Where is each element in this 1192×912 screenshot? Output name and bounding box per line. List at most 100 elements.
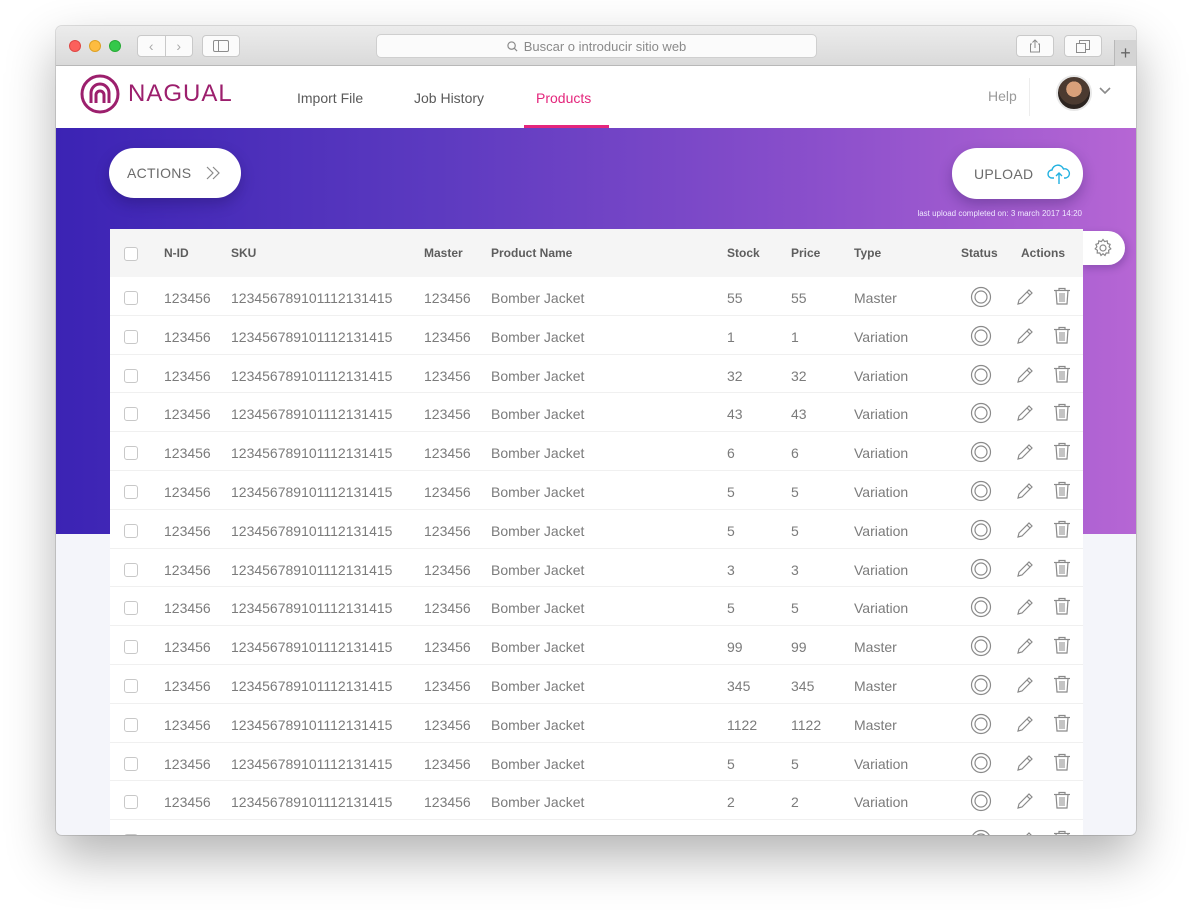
col-sku[interactable]: SKU [231, 246, 256, 260]
table-row[interactable]: 123456 123456789101112131415 123456 Bomber … [110, 743, 1083, 782]
row-checkbox[interactable] [124, 562, 138, 577]
select-all-checkbox[interactable] [124, 247, 138, 261]
row-checkbox[interactable] [124, 329, 138, 344]
trash-icon[interactable] [1052, 325, 1072, 350]
pencil-icon[interactable] [1015, 365, 1035, 390]
zoom-window-button[interactable] [109, 40, 121, 52]
trash-icon[interactable] [1052, 519, 1072, 544]
circle-status-icon[interactable] [970, 286, 992, 313]
pencil-icon[interactable] [1015, 597, 1035, 622]
circle-status-icon[interactable] [970, 713, 992, 740]
trash-icon[interactable] [1052, 790, 1072, 815]
upload-button[interactable]: UPLOAD [952, 148, 1083, 199]
trash-icon[interactable] [1052, 286, 1072, 311]
row-checkbox[interactable] [124, 640, 138, 655]
tabs-overview-button[interactable] [1064, 35, 1102, 57]
row-checkbox[interactable] [124, 407, 138, 422]
circle-status-icon[interactable] [970, 829, 992, 835]
circle-status-icon[interactable] [970, 402, 992, 429]
pencil-icon[interactable] [1015, 520, 1035, 545]
circle-status-icon[interactable] [970, 519, 992, 546]
circle-status-icon[interactable] [970, 674, 992, 701]
pencil-icon[interactable] [1015, 442, 1035, 467]
pencil-icon[interactable] [1015, 403, 1035, 428]
back-icon[interactable]: ‹ [138, 36, 165, 56]
pencil-icon[interactable] [1015, 287, 1035, 312]
pencil-icon[interactable] [1015, 636, 1035, 661]
trash-icon[interactable] [1052, 364, 1072, 389]
trash-icon[interactable] [1052, 829, 1072, 835]
trash-icon[interactable] [1052, 713, 1072, 738]
table-row[interactable]: 123456 123456789101112131415 123456 Bomber … [110, 471, 1083, 510]
circle-status-icon[interactable] [970, 480, 992, 507]
trash-icon[interactable] [1052, 402, 1072, 427]
new-tab-button[interactable]: + [1114, 40, 1136, 66]
row-checkbox[interactable] [124, 717, 138, 732]
table-row[interactable]: 123456 123456789101112131415 123456 Bomber … [110, 510, 1083, 549]
table-row[interactable]: 123456 123456789101112131415 123456 Bomber … [110, 781, 1083, 821]
table-row[interactable]: 123456 123456789101112131415 123456 Bomber … [110, 626, 1083, 665]
col-price[interactable]: Price [791, 246, 820, 260]
col-product-name[interactable]: Product Name [491, 246, 572, 260]
table-row[interactable]: 123456 123456789101112131415 123456 Bomber … [110, 277, 1083, 316]
trash-icon[interactable] [1052, 596, 1072, 621]
row-checkbox[interactable] [124, 601, 138, 616]
close-window-button[interactable] [69, 40, 81, 52]
circle-status-icon[interactable] [970, 364, 992, 391]
circle-status-icon[interactable] [970, 752, 992, 779]
nav-job-history[interactable]: Job History [414, 90, 484, 106]
trash-icon[interactable] [1052, 674, 1072, 699]
row-checkbox[interactable] [124, 834, 138, 835]
trash-icon[interactable] [1052, 752, 1072, 777]
nav-products[interactable]: Products [536, 90, 591, 106]
table-row[interactable]: 123456 123456789101112131415 123456 Bomber … [110, 432, 1083, 471]
actions-button[interactable]: ACTIONS [109, 148, 241, 198]
share-button[interactable] [1016, 35, 1054, 57]
circle-status-icon[interactable] [970, 635, 992, 662]
pencil-icon[interactable] [1015, 714, 1035, 739]
nav-import-file[interactable]: Import File [297, 90, 363, 106]
circle-status-icon[interactable] [970, 441, 992, 468]
pencil-icon[interactable] [1015, 675, 1035, 700]
row-checkbox[interactable] [124, 756, 138, 771]
col-stock[interactable]: Stock [727, 246, 760, 260]
pencil-icon[interactable] [1015, 481, 1035, 506]
row-checkbox[interactable] [124, 368, 138, 383]
table-row[interactable]: 123456 123456789101112131415 123456 Bomber … [110, 704, 1083, 743]
col-type[interactable]: Type [854, 246, 881, 260]
user-avatar[interactable] [1056, 75, 1092, 111]
table-row[interactable]: 123456 123456789101112131415 123456 Bomber … [110, 665, 1083, 704]
trash-icon[interactable] [1052, 441, 1072, 466]
chevron-down-icon[interactable] [1098, 86, 1112, 96]
trash-icon[interactable] [1052, 480, 1072, 505]
col-master[interactable]: Master [424, 246, 463, 260]
trash-icon[interactable] [1052, 558, 1072, 583]
address-bar[interactable]: Buscar o introducir sitio web [376, 34, 817, 58]
table-row[interactable]: 123456 123456789101112131415 123456 Bomber … [110, 549, 1083, 588]
table-row[interactable] [110, 820, 1083, 835]
row-checkbox[interactable] [124, 446, 138, 461]
circle-status-icon[interactable] [970, 790, 992, 817]
pencil-icon[interactable] [1015, 559, 1035, 584]
table-row[interactable]: 123456 123456789101112131415 123456 Bomber … [110, 355, 1083, 394]
table-row[interactable]: 123456 123456789101112131415 123456 Bomber … [110, 393, 1083, 433]
forward-icon[interactable]: › [164, 36, 193, 56]
pencil-icon[interactable] [1015, 326, 1035, 351]
row-checkbox[interactable] [124, 678, 138, 693]
row-checkbox[interactable] [124, 523, 138, 538]
pencil-icon[interactable] [1015, 830, 1035, 835]
circle-status-icon[interactable] [970, 325, 992, 352]
help-link[interactable]: Help [988, 88, 1017, 104]
minimize-window-button[interactable] [89, 40, 101, 52]
trash-icon[interactable] [1052, 635, 1072, 660]
row-checkbox[interactable] [124, 291, 138, 305]
sidebar-toggle-button[interactable] [202, 35, 240, 57]
table-settings-button[interactable] [1081, 231, 1125, 265]
circle-status-icon[interactable] [970, 558, 992, 585]
col-nid[interactable]: N-ID [164, 246, 189, 260]
pencil-icon[interactable] [1015, 753, 1035, 778]
circle-status-icon[interactable] [970, 596, 992, 623]
row-checkbox[interactable] [124, 484, 138, 499]
table-row[interactable]: 123456 123456789101112131415 123456 Bomber … [110, 587, 1083, 627]
table-row[interactable]: 123456 123456789101112131415 123456 Bomber … [110, 316, 1083, 355]
